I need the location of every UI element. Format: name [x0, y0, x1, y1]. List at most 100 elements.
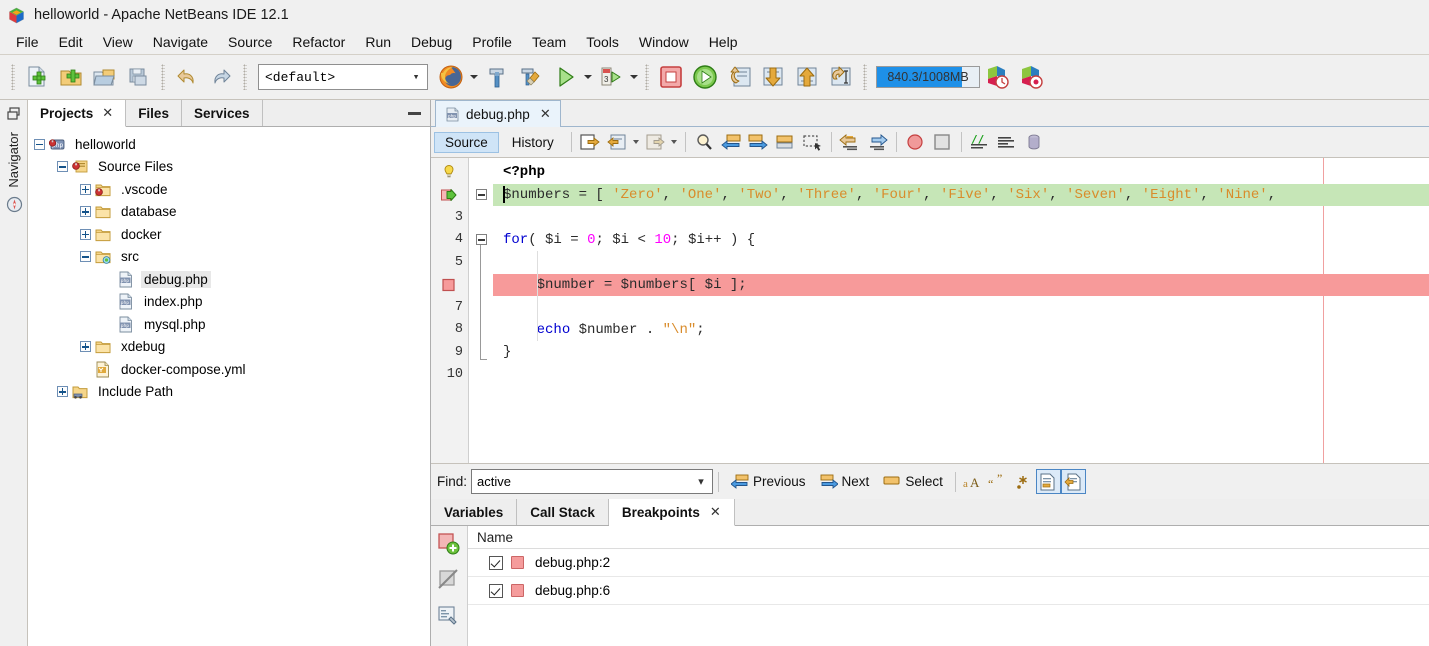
toolbar-grip-4[interactable]: [645, 64, 649, 90]
menu-item-tools[interactable]: Tools: [576, 32, 629, 52]
redo-button[interactable]: [204, 60, 238, 94]
debug-dropdown-arrow[interactable]: [628, 62, 640, 92]
uncomment-icon[interactable]: [994, 130, 1021, 155]
tree-node-xdebug[interactable]: xdebug: [28, 336, 430, 359]
fold-toggle[interactable]: [469, 341, 493, 364]
start-macro-recording-icon[interactable]: [902, 130, 929, 155]
breakpoints-table[interactable]: Name debug.php:2 debug.php:6: [468, 526, 1429, 646]
close-icon[interactable]: ✕: [710, 504, 721, 520]
toggle-bookmark-icon[interactable]: [772, 130, 799, 155]
code-line[interactable]: <?php: [493, 161, 1429, 184]
code-editor[interactable]: 3 4 5 7 8 9 10 <?php $numbers = [ 'Zero', 'One'…: [431, 158, 1429, 463]
expand-node-icon[interactable]: [80, 183, 91, 195]
breakpoint-enabled-checkbox[interactable]: [489, 555, 503, 570]
menu-item-profile[interactable]: Profile: [462, 32, 522, 52]
preserve-case-icon[interactable]: [1060, 469, 1086, 494]
toggle-highlight-icon[interactable]: [1021, 130, 1048, 155]
tab-files[interactable]: Files: [126, 100, 182, 126]
tree-node-src[interactable]: src: [28, 246, 430, 269]
tree-node-docker-compose-yml[interactable]: docker-compose.yml: [28, 358, 430, 381]
minimize-icon[interactable]: [408, 111, 421, 115]
last-edit-icon[interactable]: [577, 130, 604, 155]
profile-memory-button[interactable]: [1014, 60, 1048, 94]
new-breakpoint-button[interactable]: [436, 531, 462, 557]
match-case-icon[interactable]: a A: [961, 469, 986, 494]
forward-dropdown-arrow[interactable]: [669, 140, 680, 144]
menu-item-refactor[interactable]: Refactor: [282, 32, 355, 52]
tab-projects[interactable]: Projects ✕: [28, 100, 127, 127]
project-tree[interactable]: php helloworld Source Files .vscode database…: [28, 127, 430, 646]
shift-line-right-icon[interactable]: [864, 130, 891, 155]
tab-services[interactable]: Services: [181, 100, 263, 126]
step-over-button[interactable]: [722, 60, 756, 94]
editor-tab-debug-php[interactable]: php debug.php ✕: [435, 100, 561, 127]
code-line[interactable]: [493, 296, 1429, 319]
toolbar-grip[interactable]: [11, 64, 15, 90]
collapse-fold-icon[interactable]: [475, 234, 487, 246]
line-number[interactable]: 10: [431, 364, 468, 387]
menu-item-run[interactable]: Run: [355, 32, 401, 52]
tree-node-debug-php[interactable]: php debug.php: [28, 268, 430, 291]
chevron-down-icon[interactable]: ▾: [690, 475, 712, 488]
code-line[interactable]: }: [493, 341, 1429, 364]
tree-node-include-path[interactable]: Include Path: [28, 381, 430, 404]
close-icon[interactable]: ✕: [540, 106, 551, 122]
save-all-button[interactable]: [122, 60, 156, 94]
profile-time-button[interactable]: [980, 60, 1014, 94]
find-select-button[interactable]: Select: [876, 469, 950, 495]
fold-toggle[interactable]: [469, 229, 493, 252]
history-view-button[interactable]: History: [501, 132, 565, 153]
code-line[interactable]: [493, 206, 1429, 229]
breakpoint-properties-button[interactable]: [436, 603, 462, 629]
stop-macro-recording-icon[interactable]: [929, 130, 956, 155]
back-dropdown-arrow[interactable]: [631, 140, 642, 144]
tree-node-index-php[interactable]: php index.php: [28, 291, 430, 314]
lightbulb-icon[interactable]: [431, 161, 468, 184]
disable-breakpoints-button[interactable]: [436, 567, 462, 593]
expand-node-icon[interactable]: [80, 228, 91, 240]
code-line[interactable]: echo $number . "\n";: [493, 319, 1429, 342]
fold-toggle[interactable]: [469, 184, 493, 207]
browser-button[interactable]: [434, 60, 468, 94]
browser-dropdown-arrow[interactable]: [468, 62, 480, 92]
toolbar-grip-3[interactable]: [243, 64, 247, 90]
code-line[interactable]: $number = $numbers[ $i ];: [493, 273, 1429, 296]
navigator-tab-label[interactable]: Navigator: [6, 132, 21, 188]
breakpoint-enabled-checkbox[interactable]: [489, 583, 503, 598]
memory-indicator[interactable]: 840.3/1008MB: [876, 66, 980, 88]
continue-button[interactable]: [688, 60, 722, 94]
collapse-node-icon[interactable]: [80, 251, 91, 263]
editor-gutter[interactable]: 3 4 5 7 8 9 10: [431, 158, 469, 463]
line-number[interactable]: 4: [431, 229, 468, 252]
breakpoint-row[interactable]: debug.php:2: [468, 549, 1429, 577]
tree-node-database[interactable]: database: [28, 201, 430, 224]
close-icon[interactable]: ✕: [102, 105, 113, 121]
collapse-fold-icon[interactable]: [475, 189, 487, 201]
menu-item-edit[interactable]: Edit: [49, 32, 93, 52]
tree-node-mysql-php[interactable]: php mysql.php: [28, 313, 430, 336]
menu-item-debug[interactable]: Debug: [401, 32, 462, 52]
shift-line-left-icon[interactable]: [837, 130, 864, 155]
previous-bookmark-icon[interactable]: [718, 130, 745, 155]
forward-icon[interactable]: [642, 130, 669, 155]
current-line-icon[interactable]: [431, 184, 468, 207]
source-view-button[interactable]: Source: [434, 131, 499, 153]
code-text-area[interactable]: <?php $numbers = [ 'Zero', 'One', 'Two', …: [493, 158, 1429, 463]
menu-item-source[interactable]: Source: [218, 32, 282, 52]
tab-variables[interactable]: Variables: [431, 499, 518, 525]
tab-breakpoints[interactable]: Breakpoints ✕: [608, 499, 735, 526]
collapse-node-icon[interactable]: [57, 161, 68, 173]
line-number[interactable]: 3: [431, 206, 468, 229]
comment-icon[interactable]: //: [967, 130, 994, 155]
step-into-button[interactable]: [756, 60, 790, 94]
find-selection-icon[interactable]: [691, 130, 718, 155]
line-number[interactable]: 8: [431, 319, 468, 342]
run-dropdown-arrow[interactable]: [582, 62, 594, 92]
windows-cascade-icon[interactable]: [6, 106, 22, 122]
expand-node-icon[interactable]: [80, 206, 91, 218]
step-out-button[interactable]: [790, 60, 824, 94]
menu-item-window[interactable]: Window: [629, 32, 699, 52]
new-file-button[interactable]: [20, 60, 54, 94]
open-project-button[interactable]: [88, 60, 122, 94]
breakpoints-column-header[interactable]: Name: [468, 526, 1429, 549]
